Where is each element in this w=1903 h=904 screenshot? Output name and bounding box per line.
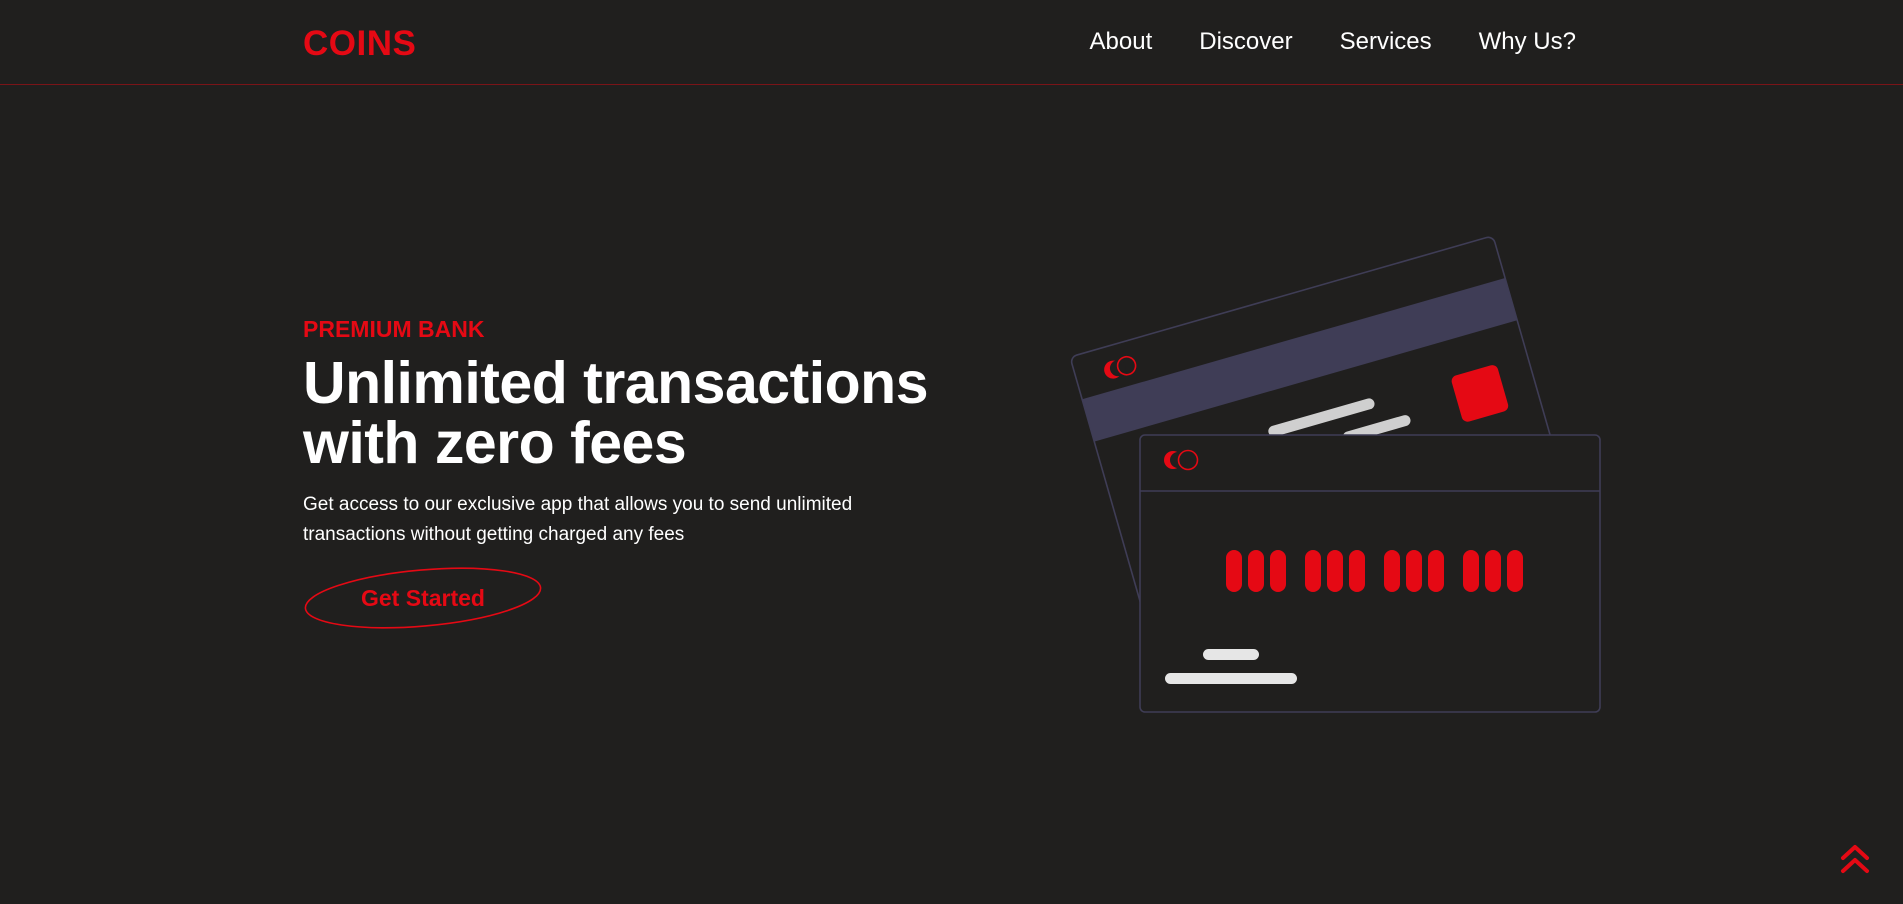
double-chevron-up-icon — [1841, 845, 1869, 873]
hero-description: Get access to our exclusive app that all… — [303, 494, 853, 545]
nav-item-why-us[interactable]: Why Us? — [1479, 28, 1576, 56]
front-card — [1139, 434, 1601, 713]
main-nav: About Discover Services Why Us? — [1090, 28, 1576, 56]
hero-section: PREMIUM BANK Unlimited transactions with… — [303, 316, 943, 550]
hero-eyebrow: PREMIUM BANK — [303, 316, 485, 342]
nav-item-services[interactable]: Services — [1340, 28, 1432, 56]
hero-headline-line2: with zero fees — [303, 410, 687, 476]
card-line — [1165, 673, 1297, 684]
logo[interactable]: COINS — [303, 24, 416, 64]
scroll-to-top-button[interactable] — [1838, 842, 1872, 876]
get-started-label: Get Started — [361, 585, 485, 611]
site-header: COINS About Discover Services Why Us? — [0, 0, 1903, 85]
get-started-button[interactable]: Get Started — [303, 567, 543, 629]
hero-headline-line1: Unlimited transactions — [303, 350, 929, 416]
card-line — [1203, 649, 1259, 660]
nav-item-about[interactable]: About — [1090, 28, 1153, 56]
hero-headline: Unlimited transactions with zero fees — [303, 353, 943, 473]
nav-item-discover[interactable]: Discover — [1199, 28, 1292, 56]
credit-cards-illustration — [1070, 236, 1601, 713]
